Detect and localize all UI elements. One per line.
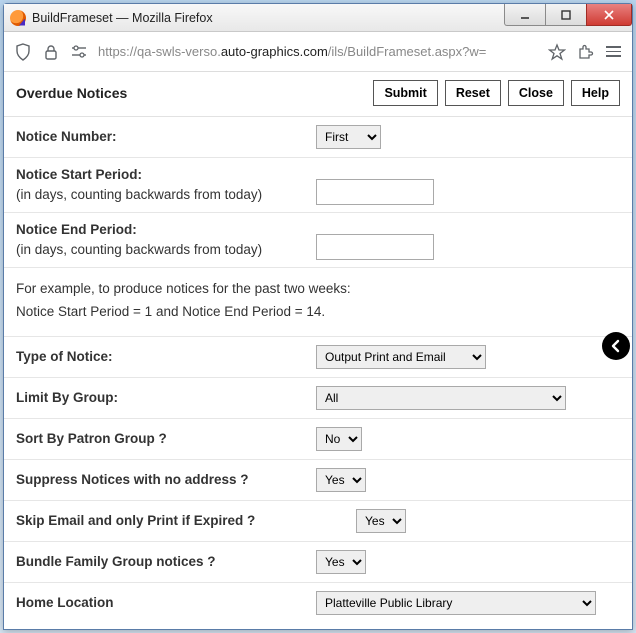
label-skip-email-expired: Skip Email and only Print if Expired ? [16, 511, 255, 531]
row-home-location: Home Location Platteville Public Library [4, 583, 632, 623]
hamburger-icon [606, 46, 621, 57]
minimize-icon [519, 9, 531, 21]
row-notice-end: Notice End Period: (in days, counting ba… [4, 213, 632, 268]
close-window-button[interactable] [586, 4, 632, 26]
page-title: Overdue Notices [16, 85, 366, 101]
label-notice-end-bold: Notice End Period: [16, 222, 137, 237]
close-button[interactable]: Close [508, 80, 564, 106]
select-skip-email-expired[interactable]: Yes [356, 509, 406, 533]
back-fab[interactable] [602, 332, 630, 360]
minimize-button[interactable] [504, 4, 546, 26]
address-bar: https://qa-swls-verso.auto-graphics.com/… [4, 32, 632, 72]
row-suppress-no-addr: Suppress Notices with no address ? Yes [4, 460, 632, 501]
input-notice-start[interactable] [316, 179, 434, 205]
url-display[interactable]: https://qa-swls-verso.auto-graphics.com/… [98, 44, 538, 59]
row-notice-number: Notice Number: First [4, 117, 632, 158]
row-type-of-notice: Type of Notice: Output Print and Email [4, 337, 632, 378]
url-prefix: https://qa-swls-verso. [98, 44, 221, 59]
row-notice-start: Notice Start Period: (in days, counting … [4, 158, 632, 213]
firefox-icon [10, 10, 26, 26]
label-notice-end-rest: (in days, counting backwards from today) [16, 242, 262, 257]
extensions-icon[interactable] [576, 43, 594, 61]
help-button[interactable]: Help [571, 80, 620, 106]
url-suffix: /ils/BuildFrameset.aspx?w= [328, 44, 487, 59]
select-sort-by-patron[interactable]: No [316, 427, 362, 451]
menu-button[interactable] [604, 43, 622, 61]
select-suppress-no-addr[interactable]: Yes [316, 468, 366, 492]
shield-icon[interactable] [14, 43, 32, 61]
select-limit-by-group[interactable]: All [316, 386, 566, 410]
browser-window: BuildFrameset — Mozilla Firefox https://… [3, 3, 633, 630]
label-sort-by-patron: Sort By Patron Group ? [16, 429, 167, 449]
window-title: BuildFrameset — Mozilla Firefox [32, 11, 213, 25]
maximize-icon [560, 9, 572, 21]
label-notice-start-bold: Notice Start Period: [16, 167, 142, 182]
page-content: Overdue Notices Submit Reset Close Help … [4, 72, 632, 629]
page-header: Overdue Notices Submit Reset Close Help [4, 72, 632, 117]
select-notice-number[interactable]: First [316, 125, 381, 149]
select-bundle-family[interactable]: Yes [316, 550, 366, 574]
label-notice-start-rest: (in days, counting backwards from today) [16, 187, 262, 202]
permissions-icon[interactable] [70, 43, 88, 61]
row-bundle-family: Bundle Family Group notices ? Yes [4, 542, 632, 583]
bookmark-icon[interactable] [548, 43, 566, 61]
example-text: For example, to produce notices for the … [4, 268, 632, 337]
row-sort-by-patron: Sort By Patron Group ? No [4, 419, 632, 460]
reset-button[interactable]: Reset [445, 80, 501, 106]
select-type-of-notice[interactable]: Output Print and Email [316, 345, 486, 369]
label-bundle-family: Bundle Family Group notices ? [16, 552, 216, 572]
close-icon [603, 9, 615, 21]
window-controls [505, 4, 632, 26]
row-limit-by-group: Limit By Group: All [4, 378, 632, 419]
example-line1: For example, to produce notices for the … [16, 281, 351, 296]
lock-icon[interactable] [42, 43, 60, 61]
maximize-button[interactable] [545, 4, 587, 26]
chevron-left-icon [609, 339, 623, 353]
label-home-location: Home Location [16, 593, 114, 613]
label-notice-number: Notice Number: [16, 127, 117, 147]
select-home-location[interactable]: Platteville Public Library [316, 591, 596, 615]
input-notice-end[interactable] [316, 234, 434, 260]
label-limit-by-group: Limit By Group: [16, 388, 118, 408]
label-suppress-no-addr: Suppress Notices with no address ? [16, 470, 249, 490]
titlebar: BuildFrameset — Mozilla Firefox [4, 4, 632, 32]
url-domain: auto-graphics.com [221, 44, 328, 59]
submit-button[interactable]: Submit [373, 80, 437, 106]
row-skip-email-expired: Skip Email and only Print if Expired ? Y… [4, 501, 632, 542]
example-line2: Notice Start Period = 1 and Notice End P… [16, 304, 325, 319]
label-type-of-notice: Type of Notice: [16, 347, 113, 367]
